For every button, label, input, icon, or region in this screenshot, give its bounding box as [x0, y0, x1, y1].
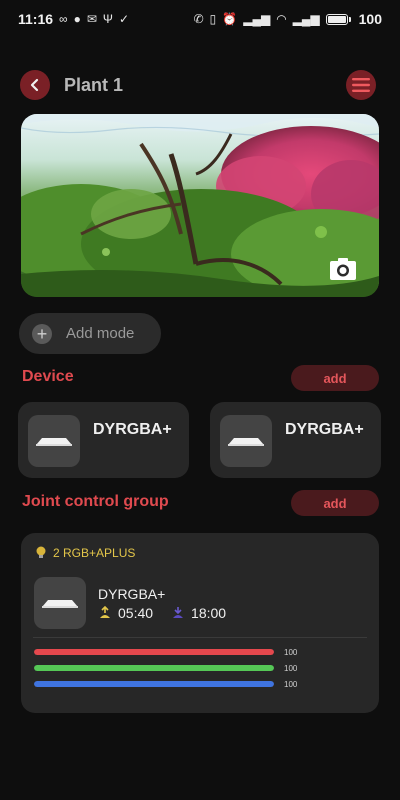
device-name: DYRGBA+	[285, 421, 364, 438]
bar-fill	[34, 649, 274, 655]
light-fixture-icon	[28, 415, 80, 467]
divider	[33, 637, 367, 638]
sunrise-time: 05:40	[118, 604, 154, 621]
vibrate-icon: ▯	[209, 12, 217, 26]
group-header: 2 RGB+APLUS	[35, 546, 135, 560]
bar-fill	[34, 665, 274, 671]
bar-track	[34, 681, 274, 687]
green-channel-bar: 100	[34, 663, 364, 673]
device-card[interactable]: DYRGBA+	[18, 402, 189, 478]
group-device-name: DYRGBA+	[98, 585, 166, 602]
sunset-icon	[173, 606, 184, 618]
group-card[interactable]: 2 RGB+APLUS DYRGBA+ 05:40 18:00 100 100 …	[21, 533, 379, 713]
camera-icon[interactable]	[329, 257, 357, 281]
status-left: 11:16 ∞ ● ✉ Ψ ✓	[18, 11, 129, 27]
group-label: 2 RGB+APLUS	[53, 546, 136, 560]
add-device-button[interactable]: add	[291, 365, 379, 391]
status-bar: 11:16 ∞ ● ✉ Ψ ✓ ✆ ▯ ⏰ ▂▄▆ ◠ ▂▄▆ 100	[0, 0, 400, 38]
chevron-left-icon	[30, 78, 39, 92]
plus-icon: +	[32, 323, 52, 344]
link-icon: ∞	[59, 12, 68, 26]
battery-level: 100	[358, 11, 382, 27]
device-card[interactable]: DYRGBA+	[210, 402, 381, 478]
sunset-time: 18:00	[191, 604, 227, 621]
light-fixture-icon	[34, 577, 86, 629]
hamburger-icon	[352, 78, 370, 92]
sunrise-icon	[100, 605, 110, 618]
signal-icon: ▂▄▆	[243, 12, 271, 26]
device-section-title: Device	[22, 368, 74, 385]
wifi-icon: ◠	[276, 12, 287, 26]
sunset-item: 18:00	[171, 605, 226, 621]
light-fixture-icon	[220, 415, 272, 467]
bar-value: 100	[284, 679, 298, 689]
usb-icon: Ψ	[102, 12, 113, 26]
device-name: DYRGBA+	[93, 421, 172, 438]
aquarium-illustration	[21, 114, 379, 297]
group-info: DYRGBA+ 05:40 18:00	[98, 586, 244, 621]
back-button[interactable]	[20, 70, 50, 100]
bulb-icon	[36, 546, 46, 558]
group-device: DYRGBA+ 05:40 18:00	[34, 577, 244, 629]
check-icon: ✓	[118, 12, 130, 26]
chat-icon: ●	[73, 12, 81, 26]
sunrise-item: 05:40	[98, 605, 153, 621]
add-mode-button[interactable]: + Add mode	[19, 313, 161, 354]
menu-button[interactable]	[346, 70, 376, 100]
group-section-title: Joint control group	[22, 493, 169, 510]
schedule-times: 05:40 18:00	[98, 605, 244, 621]
status-time: 11:16	[18, 11, 54, 27]
bar-value: 100	[284, 663, 298, 673]
aquarium-photo	[21, 114, 379, 297]
status-right: ✆ ▯ ⏰ ▂▄▆ ◠ ▂▄▆ 100	[194, 11, 382, 27]
header: Plant 1	[20, 68, 376, 102]
add-group-button[interactable]: add	[291, 490, 379, 516]
red-channel-bar: 100	[34, 647, 364, 657]
bar-value: 100	[284, 647, 298, 657]
bar-track	[34, 665, 274, 671]
mail-icon: ✉	[86, 12, 97, 26]
battery-icon	[325, 13, 351, 25]
page-title: Plant 1	[64, 74, 124, 95]
alarm-icon: ⏰	[222, 12, 238, 26]
phone-icon: ✆	[193, 12, 204, 26]
blue-channel-bar: 100	[34, 679, 364, 689]
bar-track	[34, 649, 274, 655]
add-mode-label: Add mode	[66, 325, 135, 342]
bar-fill	[34, 681, 274, 687]
signal-icon-2: ▂▄▆	[292, 12, 320, 26]
